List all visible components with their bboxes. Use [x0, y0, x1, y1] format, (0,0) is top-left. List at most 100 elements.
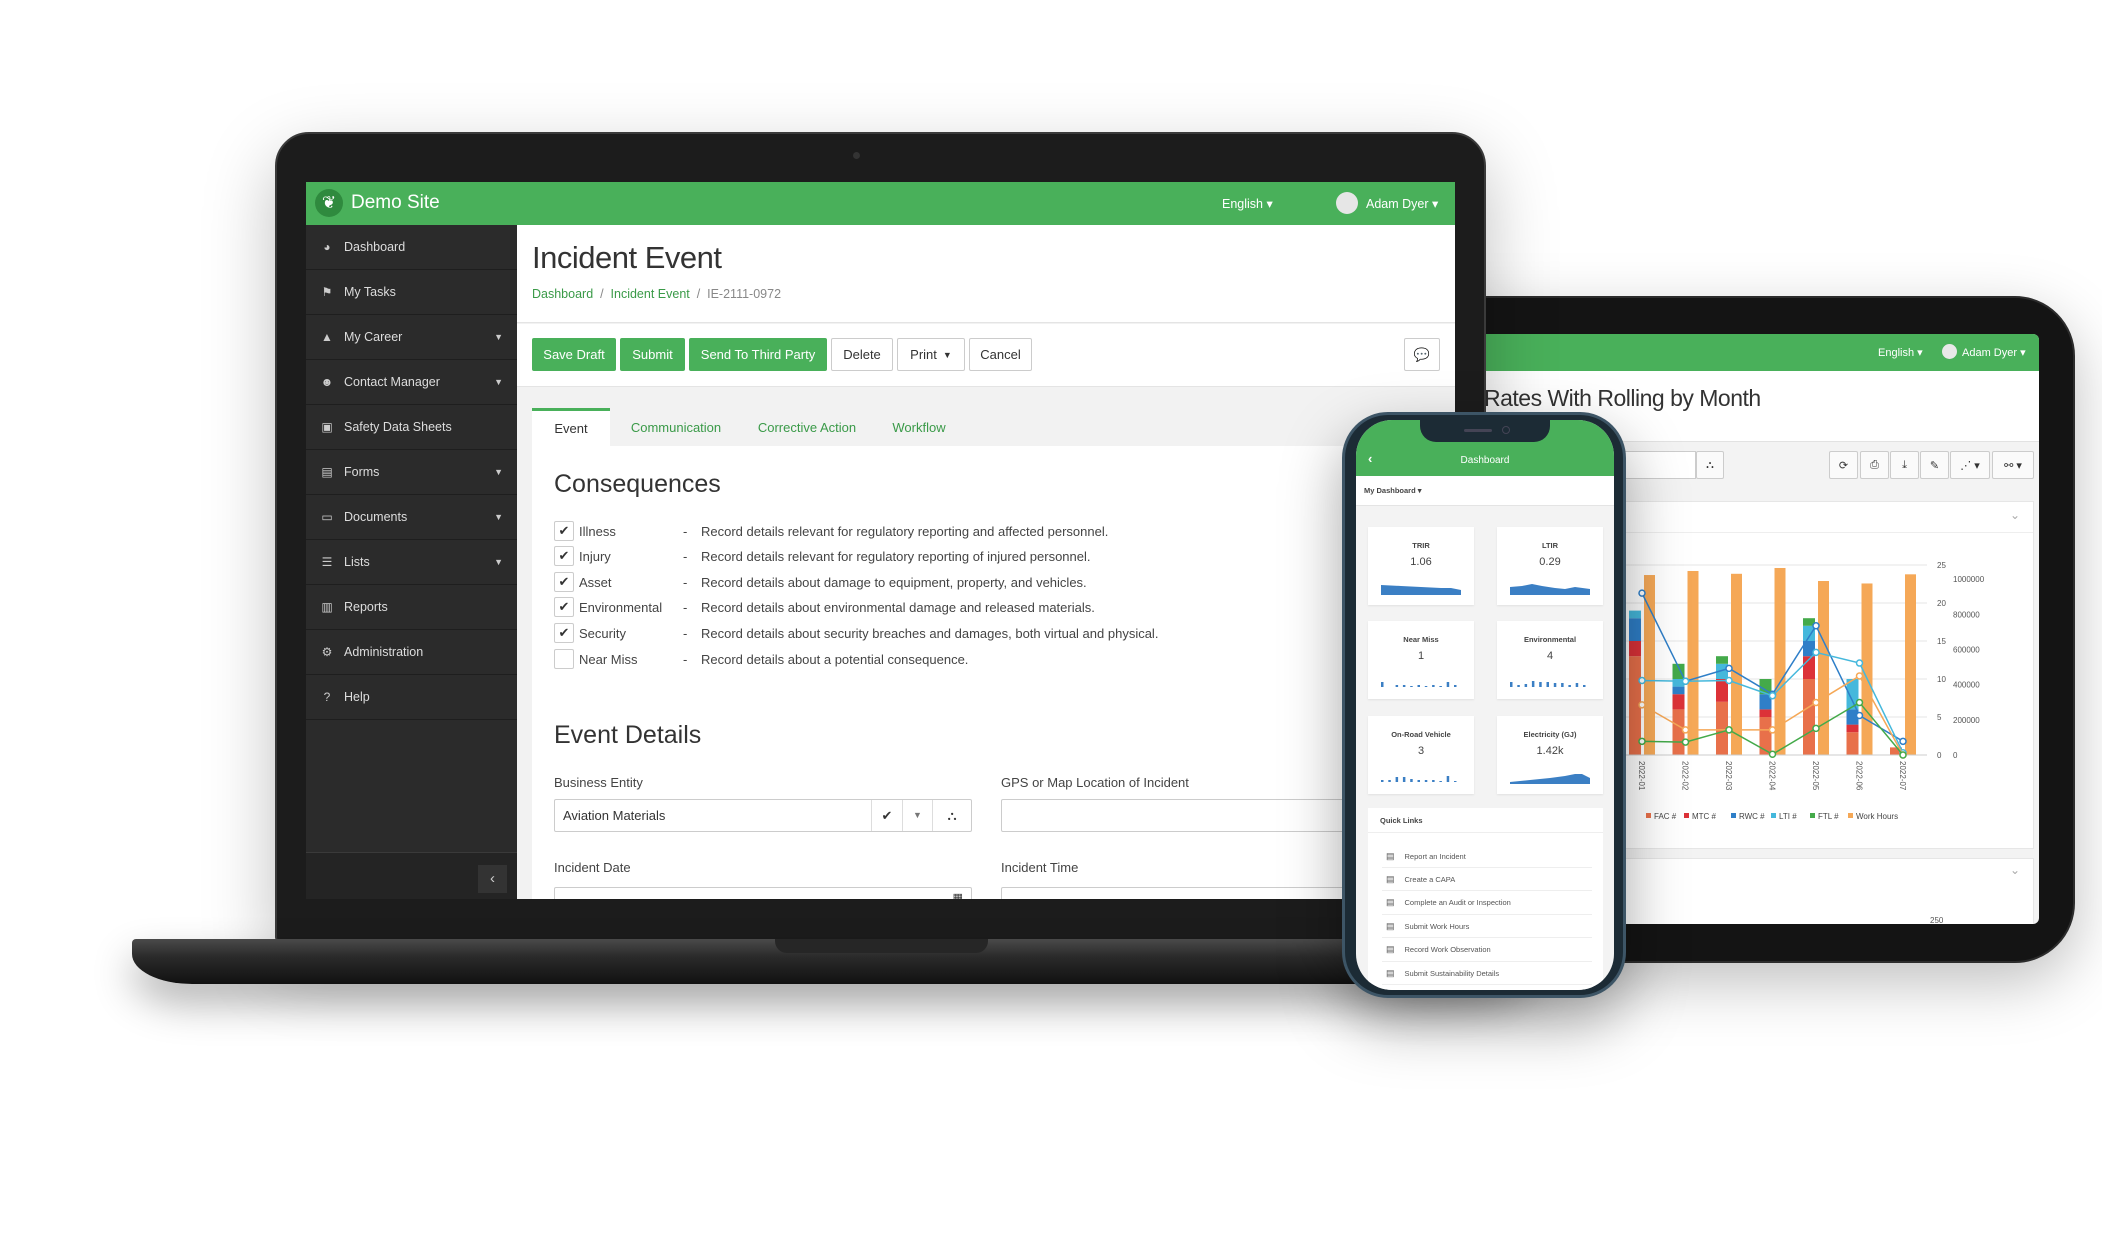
legend-label[interactable]: LTI # — [1779, 812, 1797, 821]
legend-label[interactable]: Work Hours — [1856, 812, 1898, 821]
tab-corrective-action[interactable]: Corrective Action — [744, 408, 870, 446]
sidebar-item-administration[interactable]: ⚙ Administration — [306, 630, 517, 675]
page-title: Incident Event — [532, 240, 722, 275]
right-axis-tick: 600000 — [1953, 645, 1980, 654]
sparkline — [1510, 681, 1586, 687]
consequence-checkbox[interactable]: ✔ — [554, 521, 574, 541]
delete-button[interactable]: Delete — [831, 338, 893, 371]
caret-down-icon: ▼ — [494, 377, 503, 387]
calendar-icon[interactable]: ▦ — [953, 891, 963, 899]
sidebar-item-my-career[interactable]: ▲ My Career ▼ — [306, 315, 517, 360]
separator: - — [683, 523, 688, 539]
line-point — [1638, 676, 1646, 685]
sidebar-item-safety-data-sheets[interactable]: ▣ Safety Data Sheets — [306, 405, 517, 450]
legend-label[interactable]: FAC # — [1654, 812, 1677, 821]
line-point — [1812, 698, 1820, 707]
kpi-card-environmental[interactable]: Environmental 4 — [1497, 621, 1603, 699]
consequence-checkbox[interactable]: ✔ — [554, 623, 574, 643]
bar-lti — [1629, 610, 1641, 619]
kpi-card-near-miss[interactable]: Near Miss 1 — [1368, 621, 1474, 699]
laptop-device: ❦ Demo Site English ▾ Adam Dyer ▾ ‹ ◕ Das… — [275, 132, 1486, 943]
sitemap-icon[interactable]: ⛬ — [932, 800, 971, 831]
consequence-description: Record details about environmental damag… — [701, 599, 1095, 615]
separator: - — [683, 599, 688, 615]
kpi-card-ltir[interactable]: LTIR 0.29 — [1497, 527, 1603, 605]
collapse-sidebar-button[interactable]: ‹ — [478, 865, 507, 893]
tab-workflow[interactable]: Workflow — [882, 408, 956, 446]
incident-date-input[interactable]: ▦ — [554, 887, 972, 899]
kpi-card-electricity-gj[interactable]: Electricity (GJ) 1.42k — [1497, 716, 1603, 794]
incident-time-label: Incident Time — [1001, 860, 1079, 875]
bar-mtc — [1846, 724, 1859, 733]
legend-label[interactable]: MTC # — [1692, 812, 1717, 821]
left-axis-tick: 15 — [1937, 637, 1946, 646]
line-point — [1725, 664, 1733, 673]
line-point — [1768, 691, 1777, 700]
legend-label[interactable]: FTL # — [1818, 812, 1839, 821]
line-point — [1725, 726, 1733, 734]
language-menu[interactable]: English ▾ — [1222, 196, 1273, 211]
x-axis-tick: 2022-04 — [1768, 761, 1777, 791]
print-label: Print — [910, 347, 937, 362]
quick-link[interactable]: ▤ Submit Sustainability Details — [1382, 962, 1592, 985]
dashboard-select[interactable]: My Dashboard ▾ — [1364, 486, 1422, 495]
dashboard-icon: ◕ — [323, 240, 331, 254]
bar-rwc — [1672, 686, 1685, 695]
breadcrumb: Dashboard / Incident Event / IE-2111-097… — [532, 287, 782, 301]
quick-link-label: Submit Sustainability Details — [1404, 968, 1500, 978]
consequence-label: Security — [579, 625, 626, 641]
sidebar-item-reports[interactable]: ▥ Reports — [306, 585, 517, 630]
bar-fac — [1759, 717, 1772, 755]
consequence-checkbox[interactable]: ✔ — [554, 572, 574, 592]
user-menu[interactable]: Adam Dyer ▾ — [1366, 196, 1438, 211]
dashboard-selector-bar: My Dashboard ▾ — [1356, 476, 1614, 506]
send-to-third-party-button[interactable]: Send To Third Party — [689, 338, 827, 371]
consequence-checkbox[interactable]: ✔ — [554, 546, 574, 566]
sidebar-item-my-tasks[interactable]: ⚑ My Tasks — [306, 270, 517, 315]
kpi-title: Electricity (GJ) — [1523, 730, 1577, 739]
consequence-label: Illness — [579, 523, 616, 539]
quick-link[interactable]: ▤ Report an Incident — [1382, 845, 1592, 868]
line-point — [1638, 701, 1646, 709]
leaf-logo-icon[interactable]: ❦ — [315, 189, 343, 217]
quick-link-label: Record Work Observation — [1404, 945, 1491, 955]
tab-event[interactable]: Event — [532, 408, 610, 446]
comments-button[interactable]: 💬 — [1404, 338, 1440, 371]
chevron-down-icon[interactable]: ⌄ — [2010, 863, 2020, 877]
sidebar-item-dashboard[interactable]: ◕ Dashboard — [306, 225, 517, 270]
left-axis-tick: 0 — [1937, 751, 1942, 760]
breadcrumb-incident-event[interactable]: Incident Event — [611, 287, 690, 301]
sidebar-item-help[interactable]: ? Help — [306, 675, 517, 720]
axis-tick-label: 250 — [1930, 916, 1944, 924]
consequence-checkbox[interactable]: ✔ — [554, 597, 574, 617]
breadcrumb-dashboard[interactable]: Dashboard — [532, 287, 593, 301]
quick-link[interactable]: ▤ Create a CAPA — [1382, 868, 1592, 892]
sidebar-item-documents[interactable]: ▭ Documents ▼ — [306, 495, 517, 540]
legend-label[interactable]: RWC # — [1739, 812, 1765, 821]
question-icon: ? — [323, 690, 331, 704]
site-name[interactable]: Demo Site — [351, 192, 440, 214]
submit-button[interactable]: Submit — [620, 338, 685, 371]
quick-link[interactable]: ▤ Record Work Observation — [1382, 939, 1592, 962]
kpi-card-on-road-vehicle[interactable]: On-Road Vehicle 3 — [1368, 716, 1474, 794]
dashboard-select-label: My Dashboard — [1364, 486, 1416, 495]
camera — [853, 152, 860, 159]
consequence-label: Environmental — [579, 599, 663, 615]
caret-down-icon[interactable]: ▼ — [902, 800, 932, 831]
sidebar-item-contact-manager[interactable]: ☻ Contact Manager ▼ — [306, 360, 517, 405]
cancel-button[interactable]: Cancel — [969, 338, 1032, 371]
print-dropdown[interactable]: Print ▼ — [897, 338, 965, 371]
kpi-card-trir[interactable]: TRIR 1.06 — [1368, 527, 1474, 605]
consequence-checkbox[interactable] — [554, 649, 574, 669]
sidebar-item-label: Administration — [344, 645, 424, 659]
save-draft-button[interactable]: Save Draft — [532, 338, 616, 371]
tab-communication[interactable]: Communication — [621, 408, 731, 446]
check-icon[interactable]: ✔ — [871, 800, 902, 831]
legend-swatch — [1848, 813, 1853, 818]
sidebar-item-forms[interactable]: ▤ Forms ▼ — [306, 450, 517, 495]
business-entity-select[interactable]: Aviation Materials ✔ ▼ ⛬ — [554, 799, 972, 832]
consequence-row: ✔ Security - Record details about security … — [554, 622, 1158, 644]
quick-link[interactable]: ▤ Complete an Audit or Inspection — [1382, 892, 1592, 915]
quick-link[interactable]: ▤ Submit Work Hours — [1382, 915, 1592, 939]
sidebar-item-lists[interactable]: ☰ Lists ▼ — [306, 540, 517, 585]
